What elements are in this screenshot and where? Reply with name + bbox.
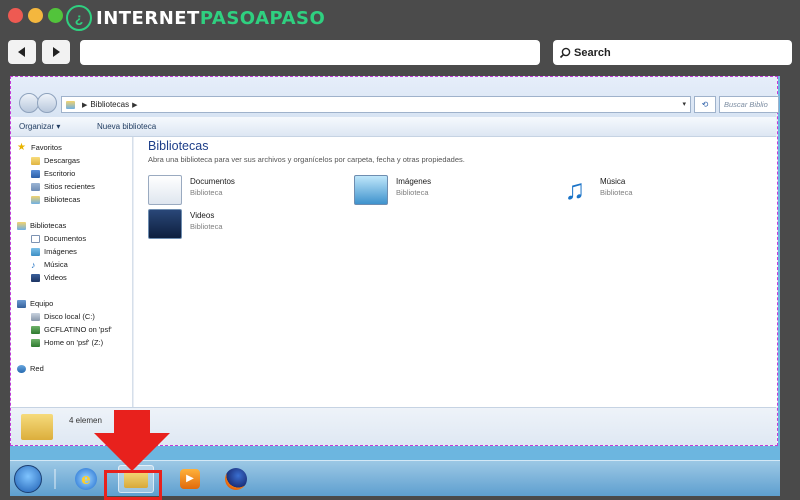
computer-icon <box>17 299 26 308</box>
downloads-folder-icon <box>31 156 40 165</box>
search-label: Search <box>574 46 611 59</box>
local-disk-icon <box>31 312 40 321</box>
content-pane: Bibliotecas Abra una biblioteca para ver… <box>134 137 777 407</box>
nav-libraries[interactable]: Bibliotecas <box>17 221 66 230</box>
library-icon <box>31 195 40 204</box>
documents-library-icon <box>148 175 182 205</box>
documents-icon <box>31 234 40 243</box>
url-input[interactable] <box>80 40 540 65</box>
browser-nav-bar: Search <box>0 36 800 70</box>
network-drive-icon <box>31 325 40 334</box>
breadcrumb-arrow-icon: ▶ <box>132 101 138 109</box>
nav-favorites[interactable]: ★ Favoritos <box>17 141 62 153</box>
library-icon <box>17 221 26 230</box>
library-name: Imágenes <box>396 177 432 186</box>
maximize-window-button[interactable] <box>48 8 63 23</box>
minimize-window-button[interactable] <box>28 8 43 23</box>
logo-text: INTERNETPASOAPASO <box>96 7 326 29</box>
logo-mark-icon: ¿ <box>66 5 92 31</box>
nav-item-local-disk[interactable]: Disco local (C:) <box>31 312 95 321</box>
nav-item-music[interactable]: ♪ Música <box>31 260 68 269</box>
library-item-videos[interactable]: Videos Biblioteca <box>148 209 223 239</box>
address-row: ▶ Bibliotecas ▶ ▾ ⟲ Buscar Biblio <box>11 77 779 117</box>
browser-title-bar: ¿ INTERNETPASOAPASO <box>0 0 800 36</box>
images-icon <box>31 247 40 256</box>
library-name: Videos <box>190 211 215 220</box>
new-library-button[interactable]: Nueva biblioteca <box>97 122 156 131</box>
network-icon <box>17 364 26 373</box>
explorer-toolbar: Organizar ▾ Nueva biblioteca <box>11 117 776 137</box>
internet-explorer-icon: e <box>75 468 97 490</box>
annotation-arrow-head <box>94 433 170 471</box>
videos-library-icon <box>148 209 182 239</box>
address-dropdown-icon[interactable]: ▾ <box>682 100 686 108</box>
close-window-button[interactable] <box>8 8 23 23</box>
nav-item-gcflatino[interactable]: GCFLATINO on 'psf' <box>31 325 112 334</box>
library-item-music[interactable]: ♫ Música Biblioteca <box>558 175 633 205</box>
back-arrow-icon <box>18 47 25 57</box>
nav-item-fav-libraries[interactable]: Bibliotecas <box>31 195 80 204</box>
nav-computer[interactable]: Equipo <box>17 299 53 308</box>
media-player-icon: ▶ <box>180 469 200 489</box>
nav-item-desktop[interactable]: Escritorio <box>31 169 75 178</box>
breadcrumb-arrow-icon: ▶ <box>82 101 88 109</box>
navigation-pane: ★ Favoritos Descargas Escritorio Sitios r… <box>11 137 133 407</box>
start-button[interactable] <box>14 465 42 493</box>
explorer-window: ▶ Bibliotecas ▶ ▾ ⟲ Buscar Biblio Organi… <box>10 76 779 446</box>
breadcrumb-libraries[interactable]: Bibliotecas <box>90 100 129 109</box>
explorer-search-input[interactable]: Buscar Biblio <box>719 96 779 113</box>
annotation-highlight-box <box>104 470 162 500</box>
page-subtitle: Abra una biblioteca para ver sus archivo… <box>148 155 465 164</box>
taskbar-firefox[interactable] <box>218 465 254 493</box>
refresh-button[interactable]: ⟲ <box>694 96 716 113</box>
annotation-arrow <box>114 410 150 434</box>
nav-item-downloads[interactable]: Descargas <box>31 156 80 165</box>
nav-item-images[interactable]: Imágenes <box>31 247 77 256</box>
library-type: Biblioteca <box>190 222 223 231</box>
taskbar-separator <box>54 469 56 489</box>
back-button[interactable] <box>8 40 36 64</box>
library-icon <box>66 100 75 109</box>
nav-item-recent-places[interactable]: Sitios recientes <box>31 182 95 191</box>
library-name: Música <box>600 177 626 186</box>
explorer-back-button[interactable] <box>19 93 39 113</box>
organize-menu[interactable]: Organizar ▾ <box>19 122 60 131</box>
taskbar-media-player[interactable]: ▶ <box>172 465 208 493</box>
explorer-forward-button[interactable] <box>37 93 57 113</box>
forward-arrow-icon <box>53 47 60 57</box>
firefox-icon <box>225 468 247 490</box>
network-drive-icon <box>31 338 40 347</box>
search-input[interactable]: Search <box>553 40 792 65</box>
address-bar[interactable]: ▶ Bibliotecas ▶ ▾ <box>61 96 691 113</box>
music-note-icon: ♪ <box>31 259 36 270</box>
library-type: Biblioteca <box>600 188 633 197</box>
site-logo[interactable]: ¿ INTERNETPASOAPASO <box>66 5 325 31</box>
nav-network[interactable]: Red <box>17 364 44 373</box>
library-item-documents[interactable]: Documentos Biblioteca <box>148 175 235 205</box>
recent-places-icon <box>31 182 40 191</box>
forward-button[interactable] <box>42 40 70 64</box>
nav-item-home-psf[interactable]: Home on 'psf' (Z:) <box>31 338 103 347</box>
search-icon <box>559 47 571 58</box>
library-item-images[interactable]: Imágenes Biblioteca <box>354 175 431 205</box>
star-icon: ★ <box>17 141 26 153</box>
library-name: Documentos <box>190 177 235 186</box>
folder-icon <box>21 414 53 440</box>
item-count: 4 elemen <box>69 416 102 425</box>
nav-item-documents[interactable]: Documentos <box>31 234 86 243</box>
library-type: Biblioteca <box>396 188 429 197</box>
music-library-icon: ♫ <box>564 174 586 205</box>
video-icon <box>31 273 40 282</box>
desktop-icon <box>31 169 40 178</box>
nav-item-videos[interactable]: Videos <box>31 273 67 282</box>
images-library-icon <box>354 175 388 205</box>
page-title: Bibliotecas <box>148 139 209 153</box>
library-type: Biblioteca <box>190 188 223 197</box>
